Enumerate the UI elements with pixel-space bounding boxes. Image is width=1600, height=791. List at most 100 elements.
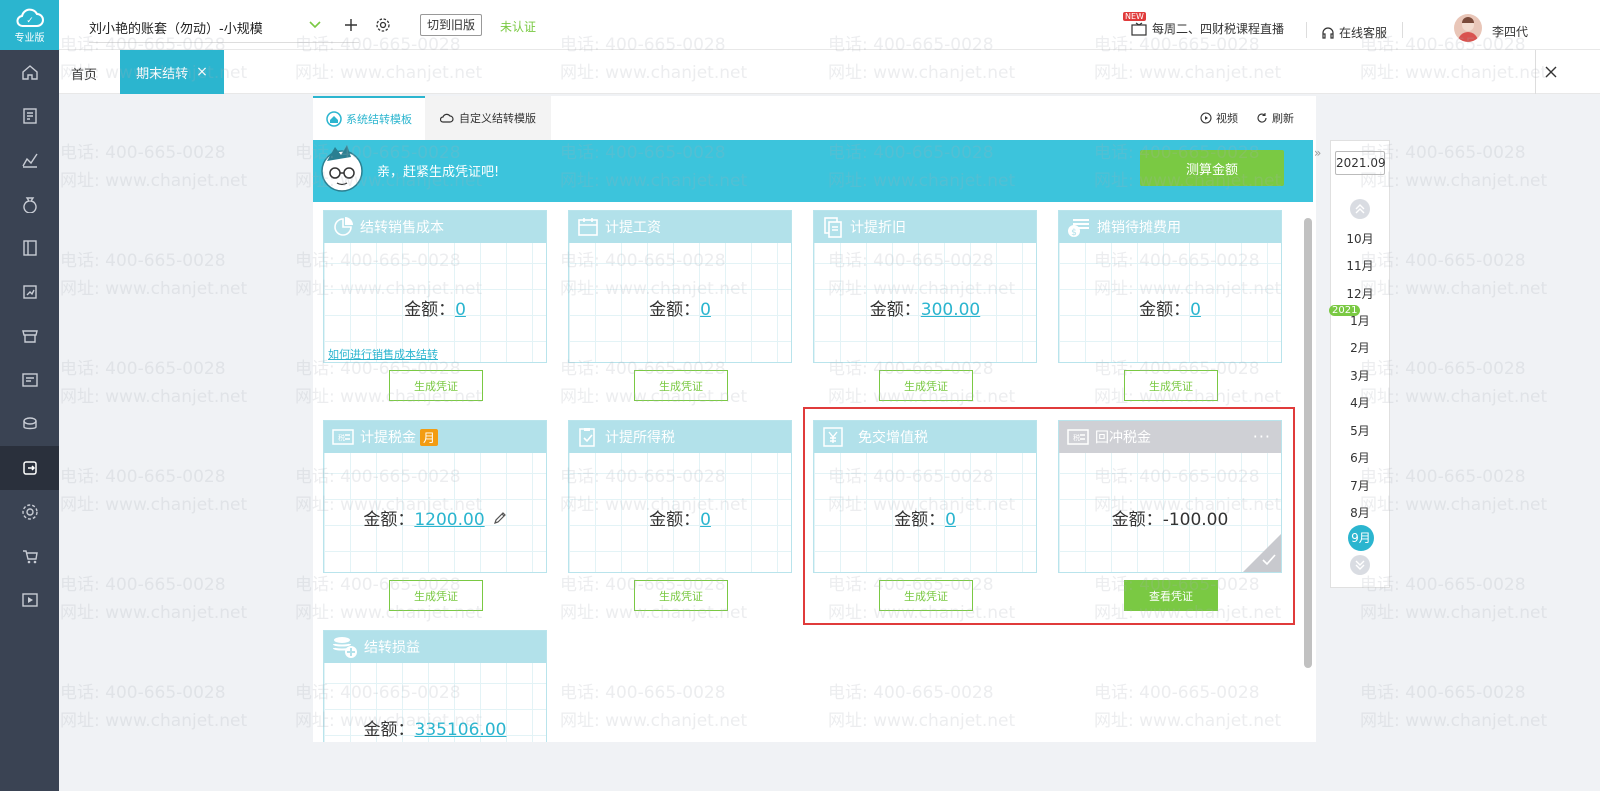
watermark-site: 网址: www.chanjet.net (60, 387, 248, 407)
month-item[interactable]: 7月 (1331, 477, 1389, 494)
pie-chart-icon (334, 217, 353, 236)
divider (1306, 22, 1307, 38)
video-icon[interactable] (0, 578, 59, 622)
money-bag-icon[interactable] (0, 182, 59, 226)
amount-value[interactable]: 0 (455, 300, 466, 320)
settings-icon[interactable] (0, 490, 59, 534)
card-title: 计提所得税 (605, 430, 675, 446)
mascot-icon (321, 145, 363, 192)
tab-system-template[interactable]: 系统结转模板 (313, 96, 425, 140)
card-header: 计提折旧 (814, 211, 1036, 243)
shop-icon[interactable] (0, 314, 59, 358)
vertical-scrollbar[interactable] (1304, 218, 1312, 668)
banner-message: 亲，赶紧生成凭证吧! (377, 165, 500, 180)
tab-home[interactable]: 首页 (71, 64, 97, 83)
account-name[interactable]: 刘小艳的账套（勿动）-小规模 (89, 18, 263, 37)
wagon-icon[interactable] (0, 534, 59, 578)
monthly-badge: 月 (420, 428, 439, 446)
home-icon[interactable] (0, 50, 59, 94)
live-course-label: 每周二、四财税课程直播 (1152, 22, 1285, 36)
app-logo[interactable]: ✓ 专业版 (0, 0, 59, 50)
card-header: 税 计提税金月 (324, 421, 546, 453)
online-service-link[interactable]: 在线客服 (1321, 24, 1387, 41)
month-item[interactable]: 2月 (1331, 339, 1389, 356)
card-amount: 金额：0 (1059, 295, 1281, 320)
scroll-up-icon[interactable] (1350, 199, 1370, 219)
card-title: 计提工资 (605, 220, 661, 236)
chevron-down-icon[interactable] (308, 18, 322, 32)
tab-custom-template[interactable]: 自定义结转模版 (425, 96, 551, 140)
pencil-icon[interactable] (493, 511, 507, 525)
period-close-icon[interactable] (0, 446, 59, 490)
documents-icon (824, 217, 842, 238)
amount-value[interactable]: 1200.00 (414, 510, 484, 530)
avatar[interactable] (1454, 14, 1482, 42)
certification-status[interactable]: 未认证 (500, 18, 536, 35)
month-item[interactable]: 3月 (1331, 367, 1389, 384)
card-amount: 金额：300.00 (814, 295, 1036, 320)
voucher-icon[interactable] (0, 94, 59, 138)
month-item-active[interactable]: 9月 (1348, 525, 1374, 551)
logo-label: 专业版 (14, 33, 45, 44)
generate-voucher-button[interactable]: 生成凭证 (634, 370, 728, 401)
year-select[interactable]: 2021.09 (1335, 151, 1386, 175)
svg-text:税: 税 (338, 433, 345, 442)
ledger-icon[interactable] (0, 226, 59, 270)
amount-value[interactable]: 300.00 (921, 300, 980, 320)
month-item[interactable]: 12月 (1331, 285, 1389, 302)
chart-icon[interactable] (0, 138, 59, 182)
custom-cloud-icon (440, 113, 454, 123)
card-title: 计提税金 (360, 430, 416, 446)
card-sales-cost: 结转销售成本 金额：0 如何进行销售成本结转 (323, 210, 547, 363)
month-item[interactable]: 4月 (1331, 394, 1389, 411)
svg-text:✓: ✓ (26, 16, 34, 26)
generate-voucher-button[interactable]: 生成凭证 (879, 370, 973, 401)
month-item[interactable]: 6月 (1331, 449, 1389, 466)
scroll-down-icon[interactable] (1350, 555, 1370, 575)
gear-icon[interactable] (375, 17, 391, 33)
refresh-link[interactable]: 刷新 (1256, 110, 1294, 126)
calculate-amount-button[interactable]: 测算金额 (1140, 150, 1284, 186)
amount-value[interactable]: 0 (700, 510, 711, 530)
month-item[interactable]: 11月 (1331, 257, 1389, 274)
how-to-link[interactable]: 如何进行销售成本结转 (328, 346, 438, 362)
card-income-tax: 计提所得税 金额：0 (568, 420, 792, 573)
card-amount: 金额：335106.00 (324, 715, 546, 740)
amount-value[interactable]: 0 (700, 300, 711, 320)
divider (1402, 22, 1403, 38)
month-item[interactable]: 10月 (1331, 230, 1389, 247)
generate-voucher-button[interactable]: 生成凭证 (389, 580, 483, 611)
account-underline (89, 42, 359, 43)
card-tax-accrual: 税 计提税金月 金额：1200.00 (323, 420, 547, 573)
cloud-logo-icon: ✓ (15, 8, 44, 27)
card-title: 计提折旧 (850, 220, 906, 236)
watermark-site: 网址: www.chanjet.net (60, 279, 248, 299)
svg-text:$: $ (1071, 228, 1077, 238)
video-link[interactable]: 视频 (1200, 110, 1238, 126)
month-item[interactable]: 5月 (1331, 422, 1389, 439)
card-title: 摊销待摊费用 (1097, 220, 1181, 236)
report-icon[interactable] (0, 270, 59, 314)
collapse-icon[interactable]: » (1314, 146, 1321, 160)
switch-old-version-button[interactable]: 切到旧版 (420, 14, 482, 36)
close-all-tabs-icon[interactable] (1535, 50, 1565, 94)
amount-value[interactable]: 335106.00 (415, 720, 507, 740)
generate-voucher-button[interactable]: 生成凭证 (634, 580, 728, 611)
watermark-phone: 电话: 400-665-0028 (1360, 683, 1526, 703)
live-course-link[interactable]: 每周二、四财税课程直播 (1131, 20, 1284, 37)
month-item[interactable]: 8月 (1331, 504, 1389, 521)
invoice-icon[interactable] (0, 358, 59, 402)
close-icon[interactable]: × (196, 64, 208, 80)
amount-value[interactable]: 0 (1190, 300, 1201, 320)
plus-icon[interactable] (344, 18, 358, 32)
amount-label: 金额： (649, 510, 701, 530)
generate-voucher-button[interactable]: 生成凭证 (1124, 370, 1218, 401)
user-name[interactable]: 李四代 (1492, 23, 1528, 40)
tab-custom-template-label: 自定义结转模版 (459, 112, 536, 125)
watermark-site: 网址: www.chanjet.net (1360, 711, 1548, 731)
coins-plus-icon (333, 637, 357, 658)
assets-icon[interactable] (0, 402, 59, 446)
tab-period-close[interactable]: 期末结转 × (120, 50, 224, 94)
watermark-phone: 电话: 400-665-0028 (60, 251, 226, 271)
generate-voucher-button[interactable]: 生成凭证 (389, 370, 483, 401)
